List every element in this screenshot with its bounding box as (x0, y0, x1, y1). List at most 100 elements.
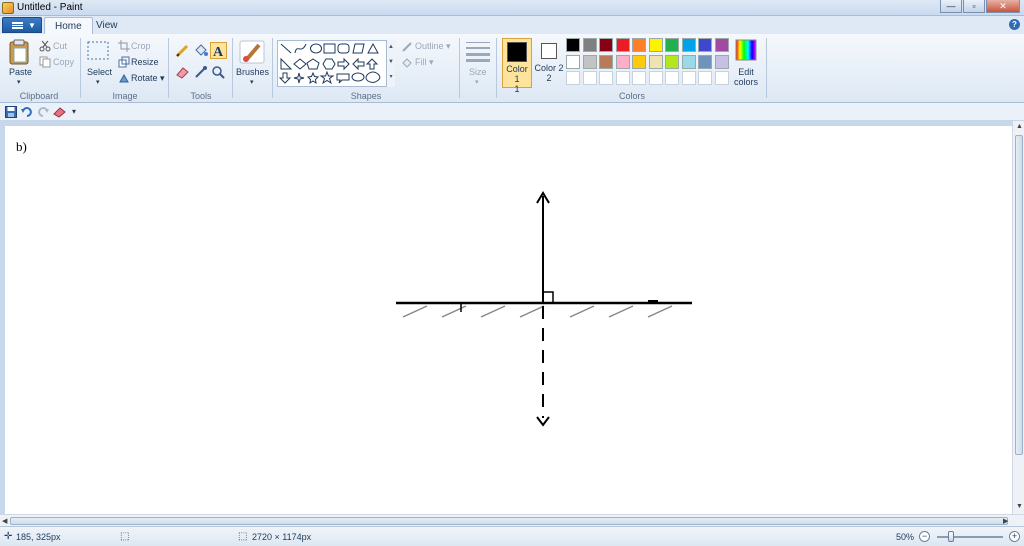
palette-swatch[interactable] (599, 54, 613, 69)
scroll-right-icon[interactable]: ▶ (1003, 517, 1008, 525)
zoom-in-icon[interactable]: + (1009, 531, 1020, 542)
palette-swatch[interactable] (615, 38, 630, 52)
eraser-tool[interactable] (174, 64, 191, 81)
selection-size-icon: ⬚ (120, 531, 130, 542)
zoom-out-icon[interactable]: − (919, 531, 930, 542)
fill-button[interactable]: Fill ▾ (415, 57, 434, 68)
palette-swatch[interactable] (566, 38, 580, 52)
palette-swatch[interactable] (599, 38, 613, 52)
close-button[interactable]: ✕ (986, 0, 1020, 13)
cursor-position-icon: ✛ (4, 531, 13, 542)
brushes-label: Brushes (236, 67, 270, 77)
chevron-up-icon[interactable]: ▲ (387, 40, 395, 55)
status-bar: ✛ 185, 325px ⬚ ⬚ 2720 × 1174px 50% − + (0, 526, 1024, 546)
drawing-canvas[interactable]: b) (5, 126, 1012, 514)
color-picker-tool[interactable] (192, 64, 209, 81)
palette-swatch[interactable] (714, 54, 729, 69)
palette-swatch[interactable] (566, 54, 580, 69)
more-shapes-icon[interactable]: ▾ (387, 70, 395, 85)
custom-color-slot[interactable] (681, 71, 696, 85)
scroll-left-icon[interactable]: ◀ (2, 517, 7, 525)
custom-color-slot[interactable] (648, 71, 663, 85)
paste-button[interactable] (8, 38, 32, 69)
palette-swatch[interactable] (632, 54, 646, 69)
outline-button[interactable]: Outline ▾ (415, 41, 451, 52)
tab-view[interactable]: View (86, 17, 128, 34)
resize-button[interactable]: Resize (131, 57, 159, 67)
palette-swatch[interactable] (615, 54, 630, 69)
edit-colors-label: Edit colors (734, 67, 759, 87)
file-menu-button[interactable]: ▼ (2, 17, 42, 33)
chevron-down-icon[interactable]: ▼ (387, 55, 395, 70)
redo-icon[interactable] (37, 106, 49, 121)
color1-label: Color 1 (506, 64, 528, 84)
vertical-scroll-thumb[interactable] (1015, 135, 1023, 455)
help-icon[interactable]: ? (1009, 19, 1020, 30)
custom-color-slot[interactable] (615, 71, 630, 85)
shapes-scrollbar[interactable]: ▲ ▼ ▾ (386, 40, 395, 87)
eyedropper-icon (195, 66, 207, 78)
crop-icon (118, 40, 130, 55)
tools-group-label: Tools (190, 91, 212, 101)
custom-color-slot[interactable] (665, 71, 679, 85)
brushes-dropdown-icon[interactable]: ▾ (250, 78, 254, 86)
shapes-group-label: Shapes (350, 91, 382, 101)
custom-color-slot[interactable] (698, 71, 712, 85)
palette-swatch[interactable] (714, 38, 729, 52)
palette-swatch[interactable] (698, 38, 712, 52)
custom-color-slot[interactable] (566, 71, 580, 85)
select-button[interactable] (86, 40, 110, 65)
palette-swatch[interactable] (681, 54, 696, 69)
chevron-down-icon: ▼ (28, 21, 36, 30)
eraser-icon[interactable] (53, 106, 66, 121)
palette-swatch[interactable] (648, 38, 663, 52)
fill-tool[interactable] (192, 42, 209, 59)
brushes-button[interactable] (238, 39, 266, 68)
zoom-slider[interactable] (937, 536, 1003, 538)
cut-button[interactable]: Cut (53, 41, 67, 51)
palette-swatch[interactable] (648, 54, 663, 69)
vertical-scrollbar[interactable]: ▲ ▼ (1012, 121, 1024, 514)
crop-button[interactable]: Crop (131, 41, 151, 51)
custom-color-slot[interactable] (714, 71, 729, 85)
paste-dropdown-icon[interactable]: ▾ (17, 78, 21, 86)
palette-swatch[interactable] (681, 38, 696, 52)
maximize-button[interactable]: ▫ (963, 0, 985, 13)
custom-color-slot[interactable] (582, 71, 597, 85)
palette-swatch[interactable] (665, 38, 679, 52)
minimize-button[interactable]: — (940, 0, 962, 13)
colors-group-label: Colors (618, 91, 645, 101)
save-icon[interactable] (5, 106, 17, 121)
outline-label: Outline (415, 41, 444, 51)
horizontal-scrollbar[interactable]: ◀ ▶ (0, 514, 1024, 526)
scroll-up-icon[interactable]: ▲ (1016, 123, 1023, 130)
copy-button[interactable]: Copy (53, 57, 74, 67)
palette-swatch[interactable] (698, 54, 712, 69)
size-button[interactable] (466, 40, 490, 65)
undo-icon[interactable] (21, 106, 33, 121)
select-dropdown-icon[interactable]: ▾ (96, 78, 100, 86)
text-tool[interactable]: A (210, 42, 227, 60)
zoom-slider-thumb[interactable] (948, 531, 955, 542)
outline-icon (401, 41, 413, 56)
color1-button[interactable]: Color 1 1 (502, 38, 532, 94)
palette-swatch[interactable] (632, 38, 646, 52)
palette-swatch[interactable] (582, 38, 597, 52)
custom-color-slot[interactable] (632, 71, 646, 85)
canvas-size: 2720 × 1174px (252, 532, 312, 542)
palette-swatch[interactable] (582, 54, 597, 69)
palette-swatch[interactable] (665, 54, 679, 69)
color2-button[interactable]: Color 2 2 (534, 38, 564, 88)
size-dropdown-icon[interactable]: ▾ (475, 78, 479, 86)
paint-app-icon[interactable] (2, 2, 14, 14)
edit-colors-button[interactable] (735, 39, 757, 64)
pencil-tool[interactable] (174, 42, 191, 59)
rotate-button[interactable]: Rotate ▾ (131, 73, 165, 84)
scroll-down-icon[interactable]: ▼ (1016, 503, 1023, 510)
horizontal-scroll-thumb[interactable] (10, 517, 1008, 525)
color2-swatch (541, 43, 557, 59)
customize-qat-icon[interactable]: ▾ (72, 107, 76, 116)
shapes-gallery[interactable] (277, 40, 394, 87)
custom-color-slot[interactable] (599, 71, 613, 85)
magnifier-tool[interactable] (210, 64, 227, 81)
